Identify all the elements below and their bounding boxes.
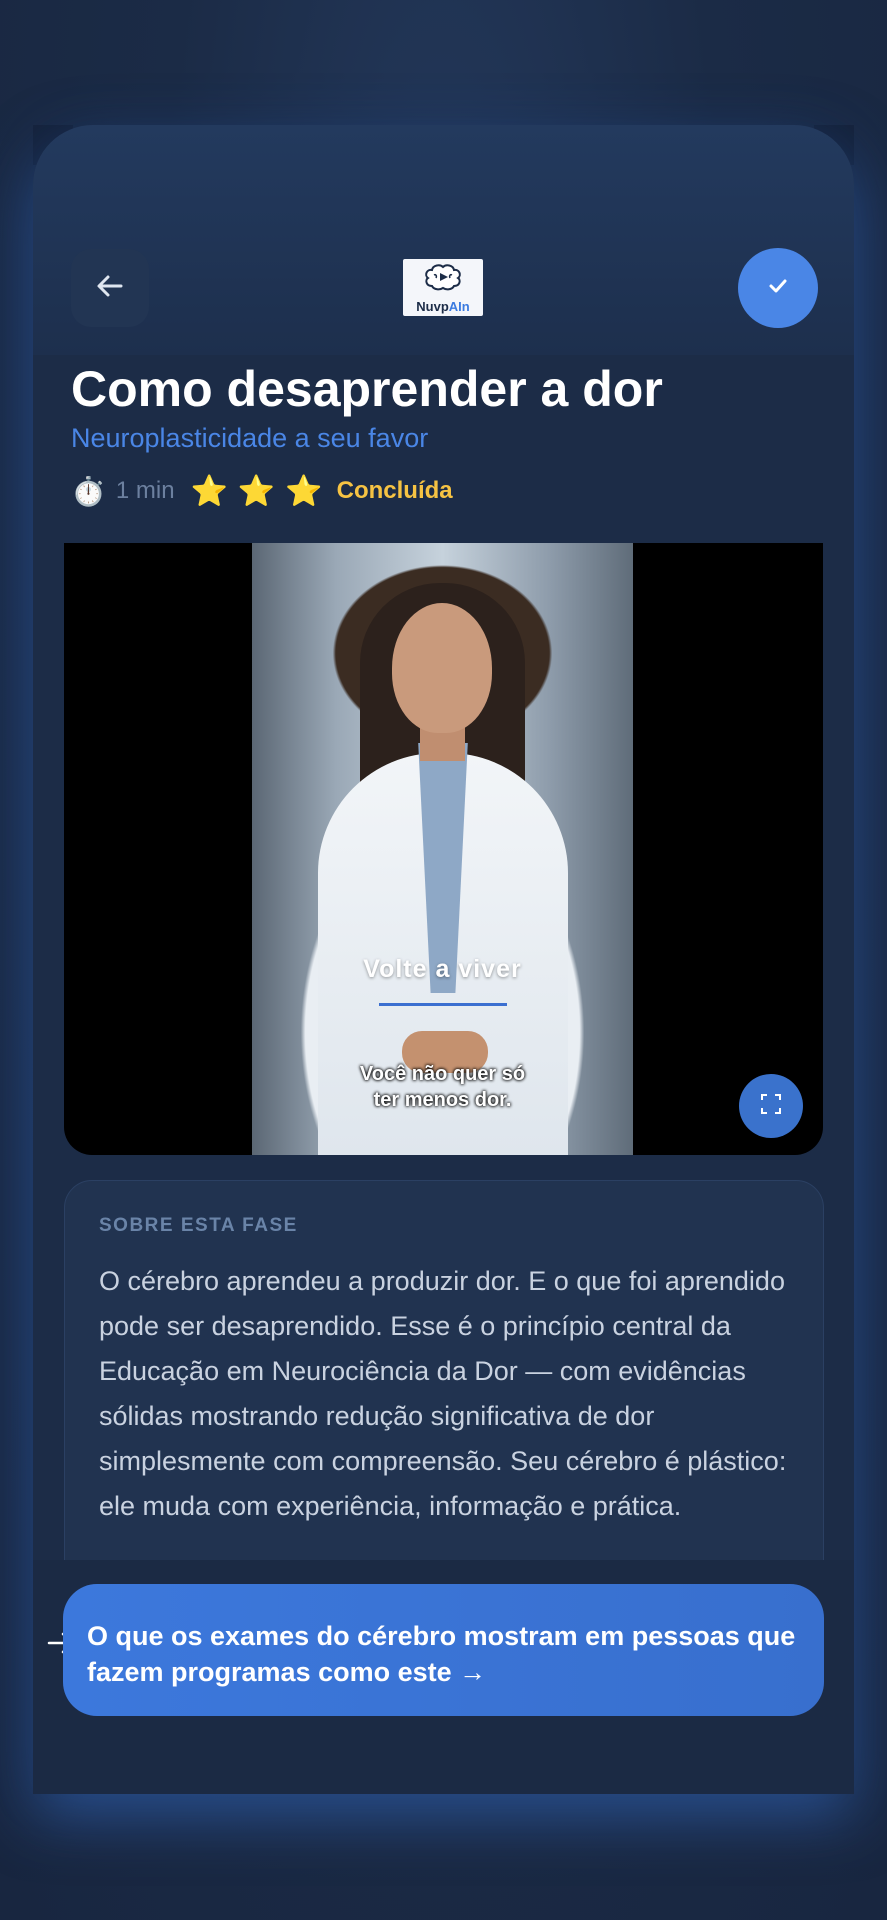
page-title: Como desaprender a dor xyxy=(71,361,663,417)
page-subtitle: Neuroplasticidade a seu favor xyxy=(71,423,429,453)
caption-line: Você não quer só xyxy=(359,1063,526,1085)
complete-button[interactable] xyxy=(738,248,818,328)
fullscreen-button[interactable] xyxy=(739,1074,803,1138)
status-badge: Concluída xyxy=(336,477,453,504)
star-icon: ⭐ xyxy=(237,474,276,508)
lesson-meta: ⏱️ 1 min ⭐ ⭐ ⭐ Concluída xyxy=(71,473,453,509)
presenter-face xyxy=(392,603,492,733)
check-icon xyxy=(764,272,792,305)
video-player[interactable]: Volte a viver Você não quer só ter menos… xyxy=(64,543,823,1155)
caption-line: ter menos dor. xyxy=(373,1089,512,1111)
about-heading: SOBRE ESTA FASE xyxy=(99,1215,298,1236)
logo-wordmark: NuvpAIn xyxy=(416,298,470,314)
next-lesson-button[interactable]: O que os exames do cérebro mostram em pe… xyxy=(63,1584,824,1716)
about-text: O cérebro aprendeu a produzir dor. E o q… xyxy=(99,1266,787,1521)
fullscreen-icon xyxy=(760,1093,782,1120)
header-area xyxy=(33,125,854,355)
star-icon: ⭐ xyxy=(190,474,228,508)
app-frame: NuvpAIn Como desaprender a dor Neuroplas… xyxy=(33,125,854,1794)
video-overlay-title: Volte a viver xyxy=(363,955,522,983)
video-frame: Volte a viver Você não quer só ter menos… xyxy=(252,543,633,1155)
lesson-duration: 1 min xyxy=(115,477,175,504)
stopwatch-icon: ⏱️ xyxy=(71,475,106,507)
video-overlay-underline xyxy=(379,1003,507,1006)
app-logo: NuvpAIn xyxy=(403,259,483,316)
arrow-left-icon xyxy=(93,269,127,308)
brain-icon xyxy=(422,262,464,297)
back-button[interactable] xyxy=(71,249,149,327)
video-caption: Você não quer só ter menos dor. xyxy=(252,1061,633,1113)
about-phase-card: SOBRE ESTA FASE O cérebro aprendeu a pro… xyxy=(64,1180,824,1620)
star-icon: ⭐ xyxy=(285,474,323,508)
